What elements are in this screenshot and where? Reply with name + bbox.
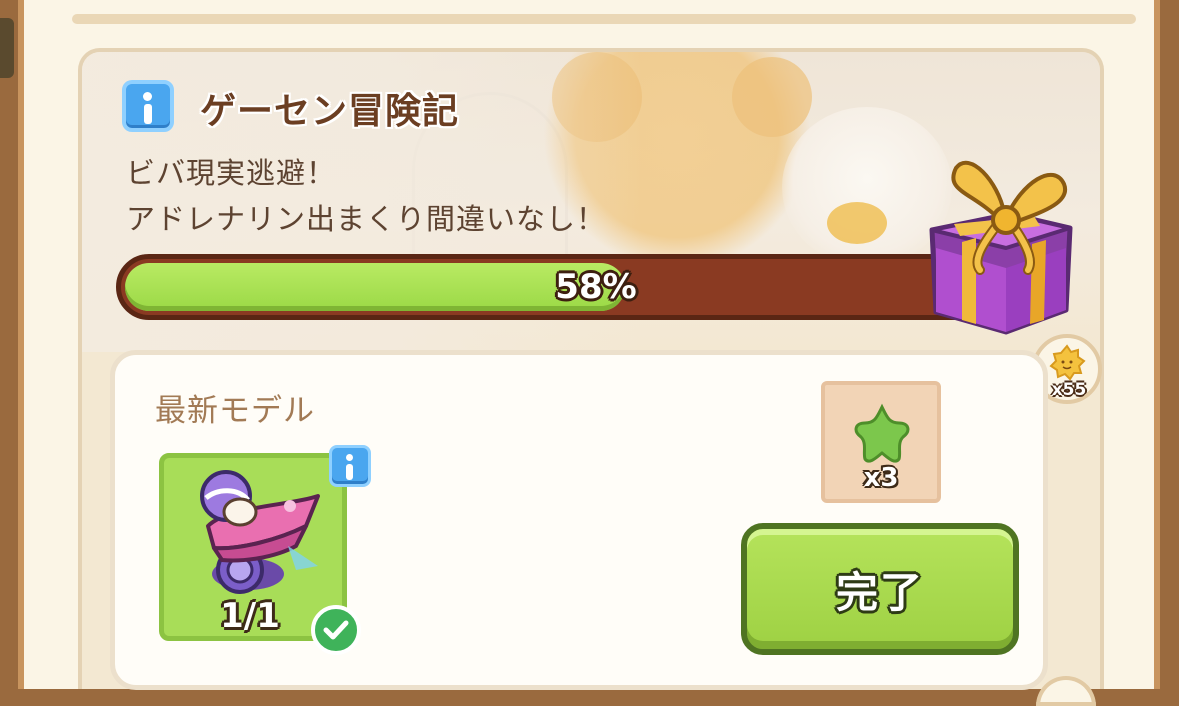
side-tab <box>0 18 14 78</box>
complete-button[interactable]: 完了 <box>741 523 1019 655</box>
reward-count-label: x3 <box>863 463 899 493</box>
quest-progress-bar: 58% <box>116 254 996 320</box>
quest-info-icon[interactable] <box>122 80 174 132</box>
task-label: 最新モデル <box>155 393 315 429</box>
quest-description-line2: アドレナリン出まくり間違いなし！ <box>126 202 607 236</box>
completed-check-icon <box>311 605 361 655</box>
item-info-icon[interactable] <box>329 445 371 487</box>
kart-character-icon <box>200 470 320 594</box>
task-reward-tile[interactable]: x3 <box>821 381 941 503</box>
progress-percent-label: 58% <box>555 267 637 307</box>
gift-box-icon[interactable] <box>914 152 1084 342</box>
task-panel: 最新モデル 1/1 x3 完了 <box>110 350 1048 690</box>
quest-title: ゲーセン冒険記 <box>200 91 460 132</box>
sun-coin-icon <box>1049 344 1086 381</box>
green-star-icon <box>854 403 910 463</box>
complete-button-label: 完了 <box>835 567 924 617</box>
top-divider <box>72 14 1136 24</box>
quest-card: ゲーセン冒険記 ビバ現実逃避！ アドレナリン出まくり間違いなし！ 58% x55… <box>78 48 1104 690</box>
quest-description-line1: ビバ現実逃避！ <box>126 156 337 190</box>
